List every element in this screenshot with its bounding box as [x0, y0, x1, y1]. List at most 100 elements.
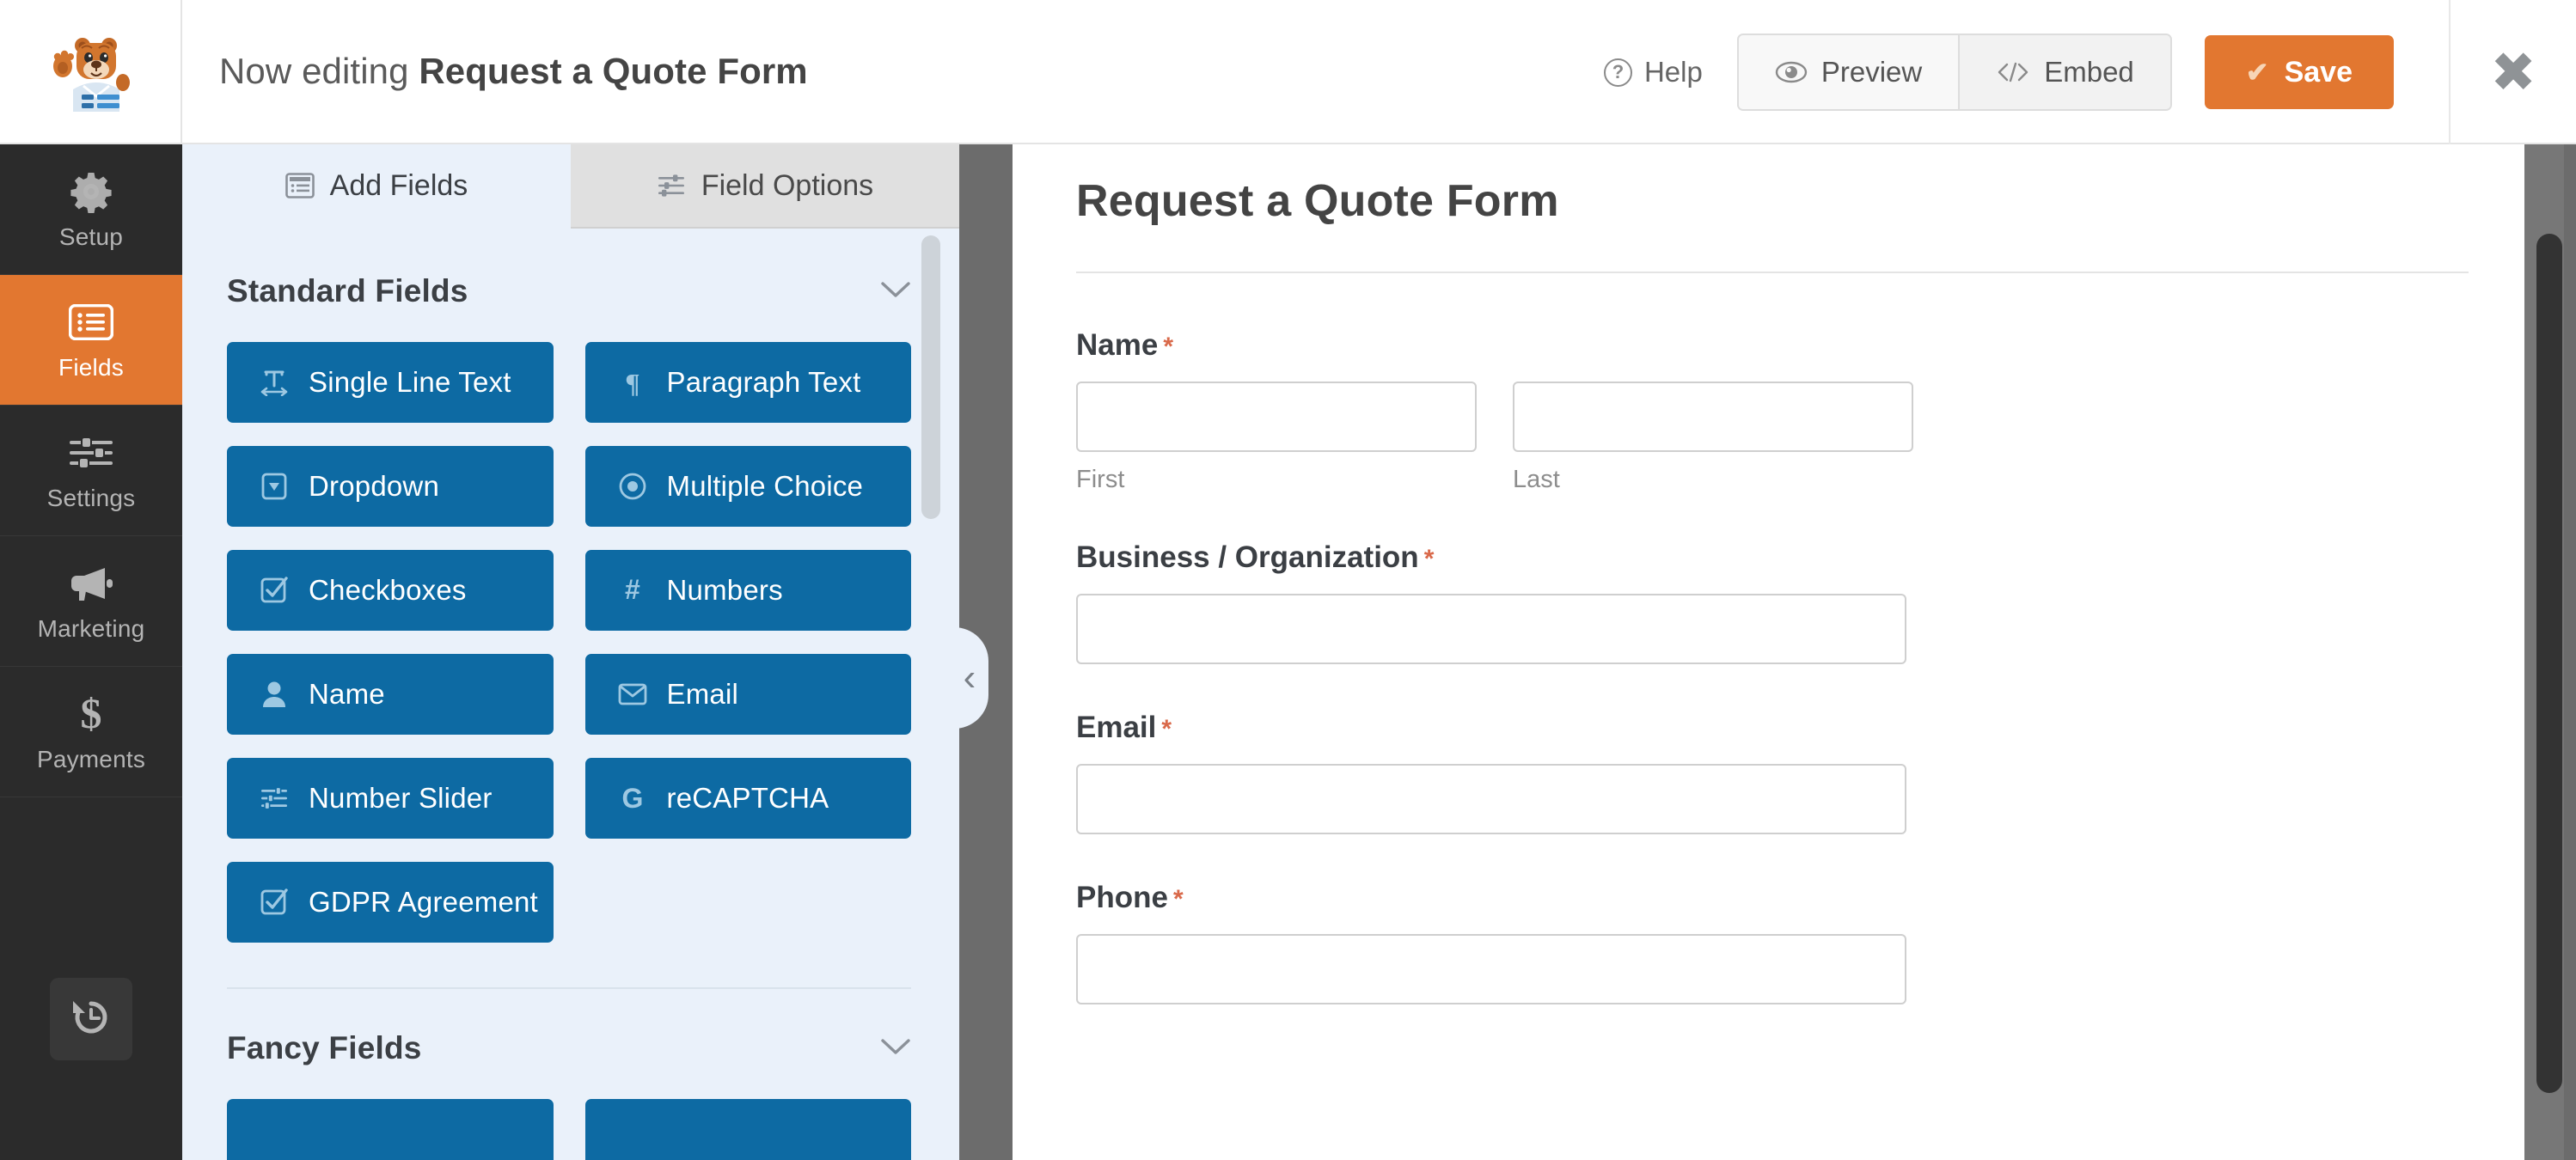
field-button-label: Email	[666, 678, 739, 710]
field-button-label: GDPR Agreement	[309, 886, 538, 918]
field-button-single-line-text[interactable]: Single Line Text	[227, 342, 554, 423]
field-button-label: Paragraph Text	[666, 366, 861, 398]
sidebar-item-fields[interactable]: Fields	[0, 275, 182, 406]
field-button-label: Multiple Choice	[666, 470, 864, 502]
editing-form-name: Request a Quote Form	[419, 51, 808, 91]
sliders-icon	[68, 430, 114, 476]
sublabel: Last	[1513, 466, 1560, 493]
name-subfield-last: Last	[1513, 382, 1913, 494]
required-asterisk: *	[1161, 715, 1172, 743]
chevron-left-icon: ‹	[963, 656, 976, 699]
panel-scrollbar-thumb[interactable]	[921, 235, 940, 519]
field-button-recaptcha[interactable]: G reCAPTCHA	[584, 758, 911, 839]
sidebar-item-setup[interactable]: Setup	[0, 144, 182, 275]
preview-embed-group: Preview Embed	[1736, 34, 2172, 111]
field-button-email[interactable]: Email	[584, 654, 911, 735]
user-icon	[259, 681, 290, 708]
revisions-area	[0, 978, 182, 1060]
gear-icon	[70, 168, 113, 215]
sidebar-item-marketing[interactable]: Marketing	[0, 536, 182, 667]
section-header-standard-fields[interactable]: Standard Fields	[227, 273, 911, 309]
field-button-label: Single Line Text	[309, 366, 511, 398]
required-asterisk: *	[1163, 333, 1174, 361]
first-name-input[interactable]	[1076, 382, 1477, 452]
question-mark-icon: ?	[1603, 58, 1632, 87]
svg-text:¶: ¶	[625, 369, 639, 396]
list-icon	[69, 299, 113, 345]
field-button-fancy-partial-right[interactable]	[584, 1099, 911, 1160]
preview-field-email[interactable]: Email *	[1076, 711, 2525, 834]
sullie-mascot-icon	[44, 26, 137, 119]
dollar-icon: $	[76, 691, 107, 737]
field-button-numbers[interactable]: # Numbers	[584, 550, 911, 631]
section-header-fancy-fields[interactable]: Fancy Fields	[227, 1030, 911, 1066]
sidebar-item-label: Setup	[58, 223, 124, 250]
standard-fields-grid: Single Line Text ¶ Paragraph Text Dropdo…	[227, 342, 911, 943]
name-subfield-row: First Last	[1076, 382, 2525, 494]
close-builder-button[interactable]: ✖	[2449, 0, 2576, 144]
name-subfield-first: First	[1076, 382, 1477, 494]
page-scrollbar-thumb[interactable]	[2536, 234, 2562, 1093]
field-button-label: Numbers	[666, 574, 783, 606]
sliders-icon	[259, 785, 290, 811]
field-button-multiple-choice[interactable]: Multiple Choice	[584, 446, 911, 527]
header-actions: ? Help Preview Embed ✔ Save	[1603, 0, 2449, 144]
revisions-button[interactable]	[50, 978, 132, 1060]
fields-panel: Add Fields Field Options Standard Fields	[182, 144, 959, 1160]
page-scrollbar[interactable]	[2524, 144, 2576, 1160]
help-label: Help	[1643, 56, 1703, 88]
embed-button[interactable]: Embed	[1958, 35, 2170, 109]
field-button-number-slider[interactable]: Number Slider	[227, 758, 554, 839]
tab-field-options[interactable]: Field Options	[571, 144, 959, 229]
field-button-fancy-partial-left[interactable]	[227, 1099, 554, 1160]
required-asterisk: *	[1172, 885, 1184, 913]
field-label-text: Email	[1076, 711, 1157, 744]
field-button-label: Dropdown	[309, 470, 440, 502]
field-label-text: Name	[1076, 328, 1159, 362]
panel-tabs: Add Fields Field Options	[182, 144, 959, 229]
check-icon: ✔	[2245, 57, 2269, 88]
sliders-icon	[657, 173, 686, 198]
fancy-fields-grid	[227, 1099, 911, 1160]
email-input[interactable]	[1076, 764, 1906, 834]
sidebar-item-label: Fields	[58, 353, 124, 381]
field-button-checkboxes[interactable]: Checkboxes	[227, 550, 554, 631]
save-button[interactable]: ✔ Save	[2204, 35, 2394, 109]
preview-field-business-organization[interactable]: Business / Organization *	[1076, 540, 2525, 664]
field-button-gdpr-agreement[interactable]: GDPR Agreement	[227, 862, 554, 943]
preview-field-phone[interactable]: Phone *	[1076, 881, 2525, 1004]
panel-scrollbar[interactable]	[921, 235, 940, 1160]
chevron-down-icon	[880, 1037, 911, 1060]
svg-text:$: $	[81, 692, 102, 736]
required-asterisk: *	[1423, 545, 1435, 573]
business-organization-input[interactable]	[1076, 594, 1906, 664]
checkbox-checked-icon	[259, 888, 290, 916]
field-label-text: Business / Organization	[1076, 540, 1419, 574]
preview-label: Preview	[1820, 56, 1923, 88]
close-icon: ✖	[2490, 41, 2536, 103]
sidebar-item-label: Marketing	[37, 614, 145, 642]
field-label: Business / Organization *	[1076, 540, 2525, 575]
field-button-dropdown[interactable]: Dropdown	[227, 446, 554, 527]
radio-dot-icon	[617, 473, 648, 500]
form-preview-title: Request a Quote Form	[1076, 176, 1559, 226]
hashtag-icon: #	[617, 577, 648, 604]
code-brackets-icon	[1996, 61, 2030, 83]
tab-add-fields[interactable]: Add Fields	[182, 144, 571, 229]
sidebar-item-settings[interactable]: Settings	[0, 406, 182, 536]
embed-label: Embed	[2044, 56, 2134, 88]
tab-label: Add Fields	[329, 168, 468, 202]
field-button-name[interactable]: Name	[227, 654, 554, 735]
last-name-input[interactable]	[1513, 382, 1913, 452]
section-title: Fancy Fields	[227, 1030, 422, 1065]
preview-field-name[interactable]: Name * First Last	[1076, 328, 2525, 494]
field-button-paragraph-text[interactable]: ¶ Paragraph Text	[584, 342, 911, 423]
builder-header: Now editing Request a Quote Form ? Help …	[0, 0, 2576, 144]
field-label: Name *	[1076, 328, 2525, 363]
eye-icon	[1775, 61, 1808, 83]
sidebar-item-payments[interactable]: $ Payments	[0, 667, 182, 797]
wpforms-logo-cell	[0, 0, 182, 144]
phone-input[interactable]	[1076, 934, 1906, 1004]
preview-button[interactable]: Preview	[1738, 35, 1959, 109]
help-button[interactable]: ? Help	[1603, 56, 1703, 89]
